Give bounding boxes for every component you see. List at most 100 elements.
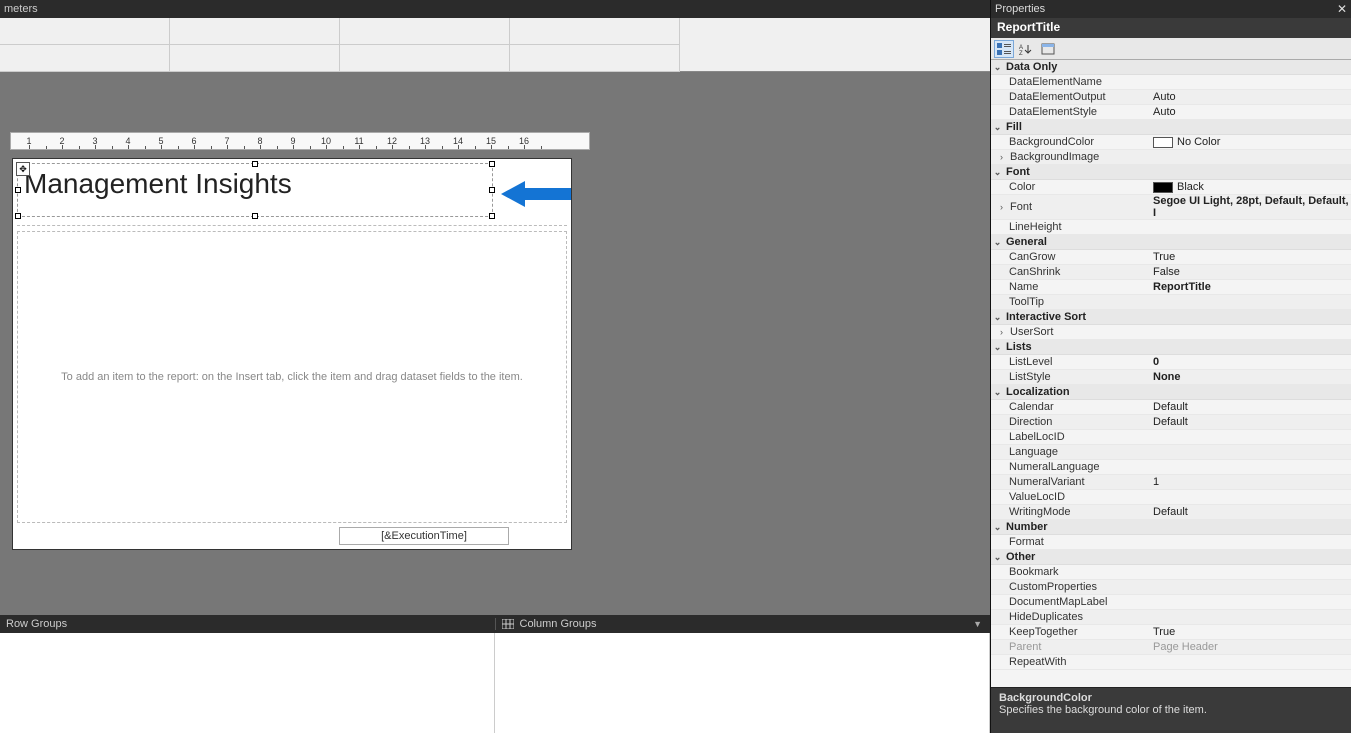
selection-handle[interactable] <box>489 161 495 167</box>
property-category[interactable]: ⌄Font <box>991 165 1351 180</box>
selection-handle[interactable] <box>15 213 21 219</box>
properties-grid[interactable]: ⌄Data OnlyDataElementNameDataElementOutp… <box>991 60 1351 687</box>
property-category[interactable]: ⌄Other <box>991 550 1351 565</box>
property-category[interactable]: ⌄Interactive Sort <box>991 310 1351 325</box>
property-value[interactable]: Segoe UI Light, 28pt, Default, Default, … <box>1149 195 1351 219</box>
property-row[interactable]: KeepTogetherTrue <box>991 625 1351 640</box>
property-row[interactable]: DocumentMapLabel <box>991 595 1351 610</box>
property-row[interactable]: HideDuplicates <box>991 610 1351 625</box>
chevron-right-icon[interactable]: › <box>997 153 1006 162</box>
property-category[interactable]: ⌄Lists <box>991 340 1351 355</box>
property-row[interactable]: DirectionDefault <box>991 415 1351 430</box>
property-row[interactable]: DataElementOutputAuto <box>991 90 1351 105</box>
properties-panel-header[interactable]: Properties ✕ <box>991 0 1351 18</box>
property-row[interactable]: Bookmark <box>991 565 1351 580</box>
selection-handle[interactable] <box>252 161 258 167</box>
chevron-down-icon[interactable]: ▼ <box>973 619 982 629</box>
param-cell[interactable] <box>340 18 510 45</box>
alphabetical-view-button[interactable]: AZ <box>1016 40 1036 58</box>
properties-object-name[interactable]: ReportTitle <box>991 18 1351 38</box>
column-groups-list[interactable] <box>495 633 990 733</box>
property-pages-button[interactable] <box>1038 40 1058 58</box>
property-row[interactable]: ColorBlack <box>991 180 1351 195</box>
property-row[interactable]: LineHeight <box>991 220 1351 235</box>
property-category[interactable]: ⌄Localization <box>991 385 1351 400</box>
chevron-right-icon[interactable]: › <box>997 203 1006 212</box>
property-value[interactable]: Page Header <box>1149 641 1351 653</box>
selection-handle[interactable] <box>252 213 258 219</box>
property-row[interactable]: LabelLocID <box>991 430 1351 445</box>
property-value[interactable]: True <box>1149 626 1351 638</box>
property-category[interactable]: ⌄Data Only <box>991 60 1351 75</box>
property-value[interactable]: Default <box>1149 506 1351 518</box>
property-row[interactable]: ListLevel0 <box>991 355 1351 370</box>
property-row[interactable]: CanShrinkFalse <box>991 265 1351 280</box>
property-value[interactable]: Default <box>1149 401 1351 413</box>
property-value[interactable]: 1 <box>1149 476 1351 488</box>
property-row[interactable]: CanGrowTrue <box>991 250 1351 265</box>
close-icon[interactable]: ✕ <box>1337 2 1347 16</box>
property-row[interactable]: Format <box>991 535 1351 550</box>
property-row[interactable]: CalendarDefault <box>991 400 1351 415</box>
property-row[interactable]: ›FontSegoe UI Light, 28pt, Default, Defa… <box>991 195 1351 220</box>
property-value[interactable]: Auto <box>1149 106 1351 118</box>
execution-time-textbox[interactable]: [&ExecutionTime] <box>339 527 509 545</box>
property-row[interactable]: DataElementName <box>991 75 1351 90</box>
property-row[interactable]: ListStyleNone <box>991 370 1351 385</box>
property-value[interactable]: True <box>1149 251 1351 263</box>
property-row[interactable]: DataElementStyleAuto <box>991 105 1351 120</box>
property-row[interactable]: NameReportTitle <box>991 280 1351 295</box>
property-row[interactable]: NumeralVariant1 <box>991 475 1351 490</box>
property-value[interactable]: Default <box>1149 416 1351 428</box>
property-row[interactable]: CustomProperties <box>991 580 1351 595</box>
selection-handle[interactable] <box>15 187 21 193</box>
row-groups-header[interactable]: Row Groups <box>0 618 495 630</box>
property-row[interactable]: ›BackgroundImage <box>991 150 1351 165</box>
property-row[interactable]: ValueLocID <box>991 490 1351 505</box>
property-value[interactable]: ReportTitle <box>1149 281 1351 293</box>
design-canvas-area[interactable]: 12345678910111213141516 ✥ Management Ins… <box>0 100 990 615</box>
chevron-down-icon[interactable]: ⌄ <box>993 63 1002 72</box>
param-cell[interactable] <box>170 18 340 45</box>
row-groups-list[interactable] <box>0 633 495 733</box>
report-body-area[interactable]: To add an item to the report: on the Ins… <box>17 231 567 523</box>
property-row[interactable]: ToolTip <box>991 295 1351 310</box>
chevron-down-icon[interactable]: ⌄ <box>993 343 1002 352</box>
selection-handle[interactable] <box>489 213 495 219</box>
param-cell[interactable] <box>340 45 510 72</box>
report-title-textbox[interactable]: ✥ Management Insights <box>17 163 493 217</box>
chevron-down-icon[interactable]: ⌄ <box>993 523 1002 532</box>
property-row[interactable]: WritingModeDefault <box>991 505 1351 520</box>
chevron-down-icon[interactable]: ⌄ <box>993 553 1002 562</box>
chevron-down-icon[interactable]: ⌄ <box>993 168 1002 177</box>
property-category[interactable]: ⌄Fill <box>991 120 1351 135</box>
move-handle-icon[interactable]: ✥ <box>16 162 30 176</box>
property-row[interactable]: BackgroundColorNo Color <box>991 135 1351 150</box>
parameters-strip[interactable] <box>0 18 990 72</box>
chevron-down-icon[interactable]: ⌄ <box>993 388 1002 397</box>
property-row[interactable]: Language <box>991 445 1351 460</box>
param-cell[interactable] <box>170 45 340 72</box>
chevron-down-icon[interactable]: ⌄ <box>993 313 1002 322</box>
property-category[interactable]: ⌄General <box>991 235 1351 250</box>
property-row[interactable]: NumeralLanguage <box>991 460 1351 475</box>
chevron-right-icon[interactable]: › <box>997 328 1006 337</box>
property-value[interactable]: False <box>1149 266 1351 278</box>
param-cell[interactable] <box>510 18 680 45</box>
param-cell[interactable] <box>0 18 170 45</box>
selection-handle[interactable] <box>489 187 495 193</box>
param-cell[interactable] <box>0 45 170 72</box>
property-category[interactable]: ⌄Number <box>991 520 1351 535</box>
property-row[interactable]: ParentPage Header <box>991 640 1351 655</box>
column-groups-header[interactable]: Column Groups ▼ <box>495 618 991 630</box>
property-value[interactable]: Auto <box>1149 91 1351 103</box>
report-canvas[interactable]: ✥ Management Insights <box>12 158 572 550</box>
property-value[interactable]: None <box>1149 371 1351 383</box>
report-title-text[interactable]: Management Insights <box>18 164 492 204</box>
chevron-down-icon[interactable]: ⌄ <box>993 123 1002 132</box>
property-value[interactable]: Black <box>1149 181 1351 193</box>
property-value[interactable]: 0 <box>1149 356 1351 368</box>
property-row[interactable]: ›UserSort <box>991 325 1351 340</box>
chevron-down-icon[interactable]: ⌄ <box>993 238 1002 247</box>
grouping-pane-body[interactable] <box>0 633 990 733</box>
